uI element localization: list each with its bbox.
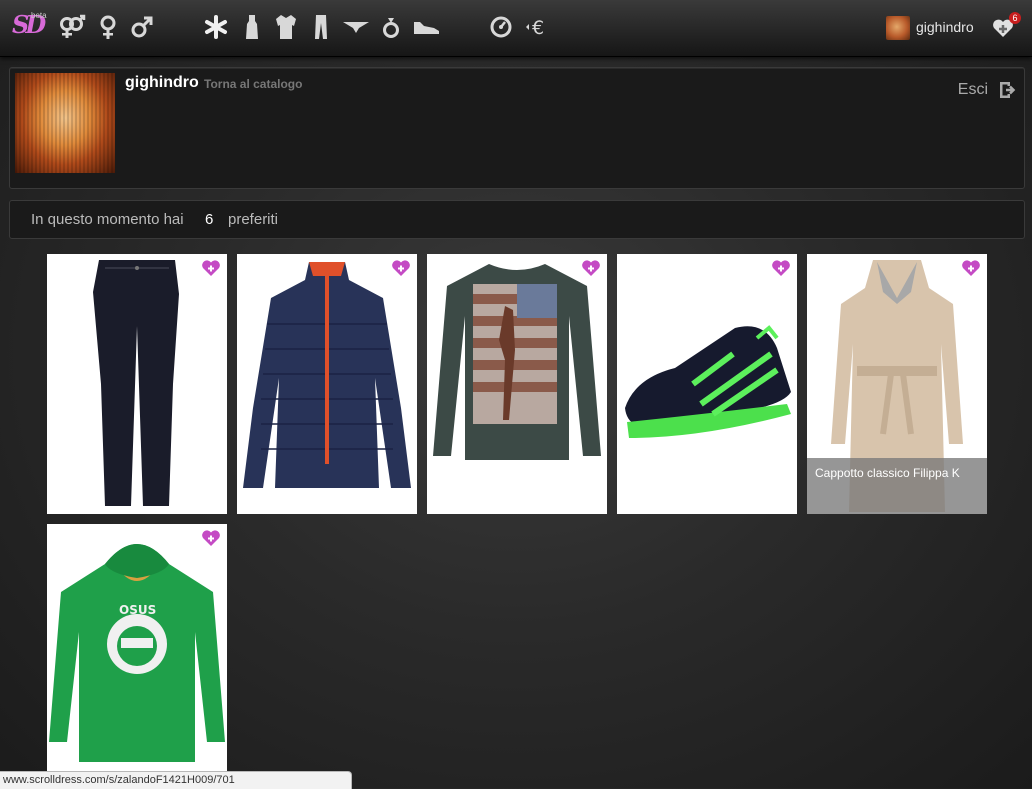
browser-status-bar: www.scrolldress.com/s/zalandoF1421H009/7… xyxy=(0,771,352,789)
counter-suffix: preferiti xyxy=(228,211,279,228)
price-icon[interactable]: € xyxy=(521,12,551,42)
favorites-counter-bar: In questo momento hai 6 preferiti xyxy=(9,200,1025,239)
product-card[interactable]: Cappotto classico Filippa K xyxy=(807,254,987,514)
svg-text:€: € xyxy=(532,17,544,39)
profile-name: gighindro xyxy=(125,74,199,91)
product-card[interactable] xyxy=(47,254,227,514)
product-card[interactable] xyxy=(427,254,607,514)
favorite-heart-icon[interactable] xyxy=(771,258,791,278)
svg-text:OSUS: OSUS xyxy=(119,603,156,617)
logout-label: Esci xyxy=(957,81,988,98)
pants-icon[interactable] xyxy=(306,12,336,42)
favorite-heart-icon[interactable] xyxy=(961,258,981,278)
user-menu-name[interactable]: gighindro xyxy=(916,19,974,35)
product-caption: Cappotto classico Filippa K xyxy=(807,458,987,514)
product-card[interactable] xyxy=(237,254,417,514)
favorite-heart-icon[interactable] xyxy=(581,258,601,278)
beta-badge: beta xyxy=(31,11,47,20)
counter-prefix: In questo momento hai xyxy=(31,211,184,228)
product-image-graphic-sweatshirt xyxy=(433,264,601,460)
avatar[interactable] xyxy=(886,16,910,40)
speedometer-icon[interactable] xyxy=(486,12,516,42)
all-categories-icon[interactable] xyxy=(201,12,231,42)
top-icon[interactable] xyxy=(271,12,301,42)
product-image-green-hoodie: OSUS xyxy=(49,544,225,762)
product-image-navy-down-jacket xyxy=(243,262,411,488)
shoe-icon[interactable] xyxy=(411,12,441,42)
top-navigation-bar: SD beta € gighindro 6 xyxy=(0,0,1032,57)
favorites-count: 6 xyxy=(205,211,214,228)
dress-icon[interactable] xyxy=(237,12,267,42)
underwear-icon[interactable] xyxy=(341,12,371,42)
logout-button[interactable]: Esci xyxy=(958,80,1016,100)
profile-panel: gighindro Torna al catalogo Esci xyxy=(9,67,1025,189)
unisex-icon[interactable] xyxy=(57,12,87,42)
back-to-catalog-link[interactable]: Torna al catalogo xyxy=(204,77,302,91)
logout-icon xyxy=(1000,82,1016,98)
jewelry-icon[interactable] xyxy=(376,12,406,42)
male-icon[interactable] xyxy=(127,12,157,42)
favorites-count-badge: 6 xyxy=(1009,12,1021,24)
favorite-heart-icon[interactable] xyxy=(391,258,411,278)
product-image-sneaker xyxy=(625,325,791,438)
favorite-heart-icon[interactable] xyxy=(201,258,221,278)
female-icon[interactable] xyxy=(93,12,123,42)
profile-picture xyxy=(15,73,115,173)
product-image-dark-jeans xyxy=(93,260,179,506)
product-card[interactable] xyxy=(617,254,797,514)
favorite-heart-icon[interactable] xyxy=(201,528,221,548)
product-card[interactable]: OSUS xyxy=(47,524,227,784)
